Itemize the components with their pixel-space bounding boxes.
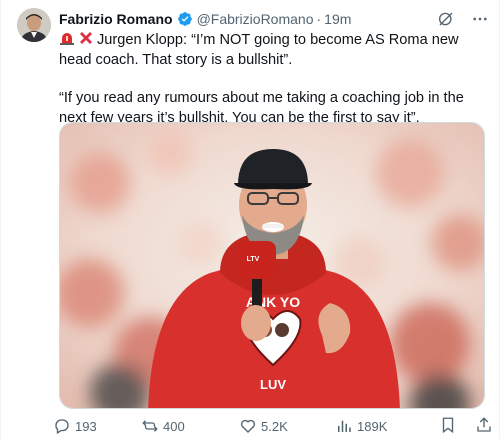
- siren-emoji-icon: [59, 30, 75, 46]
- bookmark-icon[interactable]: [439, 416, 457, 437]
- author-handle[interactable]: @FabrizioRomano: [197, 10, 314, 28]
- action-bar: 193 400 5.2K 189K: [53, 416, 493, 436]
- grok-icon[interactable]: [437, 10, 455, 28]
- like-count: 5.2K: [261, 418, 288, 434]
- author-avatar[interactable]: [17, 8, 51, 42]
- shirt-text-bottom: LUV: [260, 377, 286, 392]
- repost-icon: [142, 420, 158, 432]
- cross-mark-emoji-icon: [78, 30, 94, 46]
- views-button[interactable]: 189K: [335, 417, 433, 435]
- timestamp[interactable]: 19m: [324, 10, 351, 28]
- share-icon[interactable]: [475, 416, 493, 437]
- reply-icon: [55, 419, 69, 434]
- mic-brand-label: LTV: [247, 256, 260, 263]
- view-count: 189K: [357, 418, 388, 434]
- author-name[interactable]: Fabrizio Romano: [59, 10, 173, 28]
- tweet-card[interactable]: Fabrizio Romano @FabrizioRomano · 19m Ju…: [0, 0, 500, 439]
- verified-badge-icon: [177, 11, 193, 27]
- repost-button[interactable]: 400: [141, 417, 239, 435]
- heart-icon: [240, 419, 256, 433]
- views-chart-icon: [338, 420, 351, 432]
- tweet-line-1: Jurgen Klopp: “I’m NOT going to become A…: [59, 32, 459, 68]
- reply-count: 193: [75, 418, 97, 434]
- separator-dot: ·: [316, 11, 322, 27]
- repost-count: 400: [163, 418, 185, 434]
- reply-button[interactable]: 193: [53, 417, 141, 435]
- more-icon[interactable]: [471, 10, 489, 28]
- like-button[interactable]: 5.2K: [239, 417, 335, 435]
- tweet-header: Fabrizio Romano @FabrizioRomano · 19m: [59, 10, 489, 28]
- tweet-text: Jurgen Klopp: “I’m NOT going to become A…: [59, 30, 489, 128]
- tweet-photo[interactable]: ANK YO LUV LTV: [59, 122, 485, 409]
